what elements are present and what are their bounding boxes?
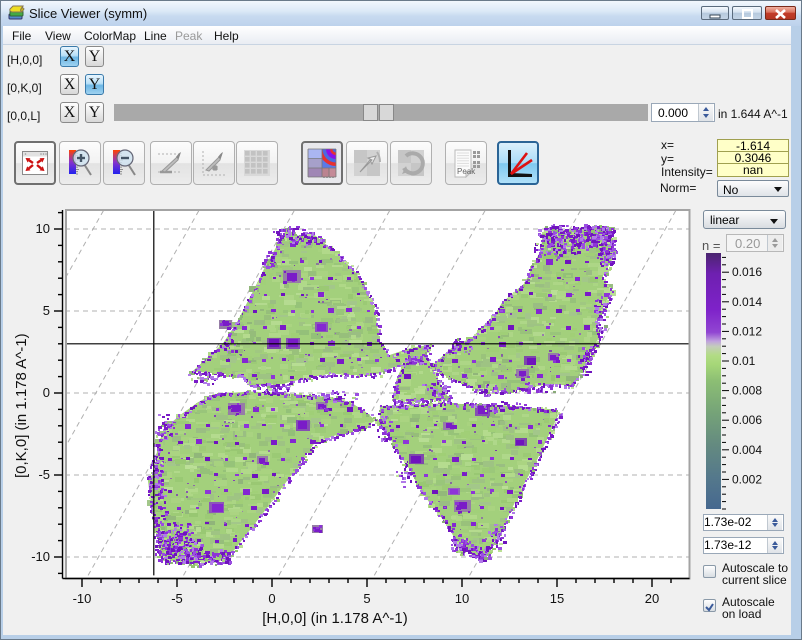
svg-text:0: 0	[268, 591, 275, 606]
svg-text:-5: -5	[171, 591, 183, 606]
svg-text:-10: -10	[31, 549, 50, 564]
svg-text:0.006: 0.006	[732, 413, 762, 427]
svg-text:Peak: Peak	[457, 167, 476, 176]
svg-text:5: 5	[363, 591, 370, 606]
svg-text:5: 5	[43, 303, 50, 318]
svg-text:0.002: 0.002	[732, 472, 762, 486]
svg-text:20: 20	[645, 591, 659, 606]
svg-text:15: 15	[550, 591, 564, 606]
svg-text:-5: -5	[38, 467, 50, 482]
svg-text:0: 0	[43, 385, 50, 400]
svg-text:0.004: 0.004	[732, 443, 762, 457]
svg-text:10: 10	[36, 221, 50, 236]
svg-text:10: 10	[455, 591, 469, 606]
svg-text:-10: -10	[73, 591, 92, 606]
svg-text:[H,0,0] (in 1.178 A^-1): [H,0,0] (in 1.178 A^-1)	[262, 610, 407, 627]
